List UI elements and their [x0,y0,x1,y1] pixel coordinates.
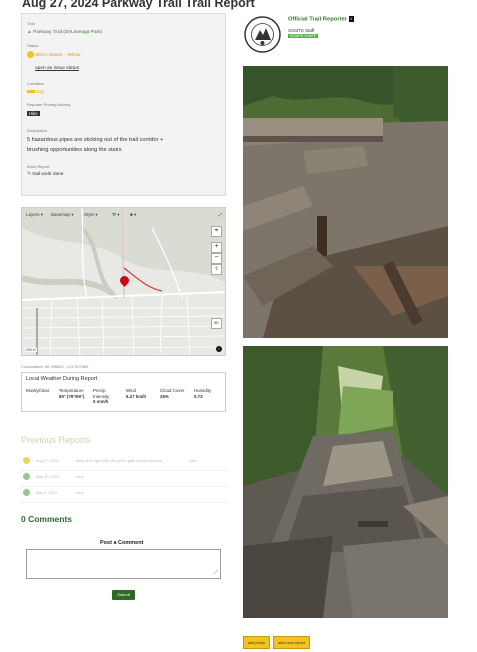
resize-handle-icon[interactable]: ⟋ [214,570,218,577]
work-row: ✎ trail work done [27,172,64,177]
list-item[interactable]: May 30, 2023 view [21,470,226,487]
activity-badge: Hike [27,111,40,116]
humidity-value: 0.73 [194,393,203,399]
locate-icon[interactable]: ⌖ [211,226,222,237]
map-basemap-button[interactable]: Basemap ▾ [51,212,74,218]
condition-row: Dry [27,90,44,95]
dry-icon [27,90,35,94]
previous-reports-title: Previous Reports [21,435,91,445]
list-item[interactable]: May 6, 2023 view [21,486,226,503]
report-date: Aug 27, 2024 [36,459,59,463]
privacy-label: Reporter Privacy Activity [27,102,71,107]
work-label: Work Report [27,164,50,169]
info-icon[interactable]: i [216,346,222,352]
weather-cloud: Cloud Cover 26% [160,388,184,399]
condition-value: Dry [36,90,44,95]
weather-wind: Wind 6.27 km/h [126,388,146,399]
comments-title: 0 Comments [21,514,73,524]
submit-button[interactable]: Submit [112,590,135,600]
view-link[interactable]: view [76,475,84,479]
map-layers-button[interactable]: Layers ▾ [26,212,43,218]
trail-map[interactable]: Layers ▾ Basemap ▾ Style ▾ ⚒ ▾ ■ ▾ ⤢ ⌖ +… [21,207,226,356]
trail-photo-1[interactable] [243,66,448,338]
view-3d-button[interactable]: 3D [211,318,222,329]
add-more-report-button[interactable]: add more report [273,636,310,649]
weather-temp: Temperature 80° (79°/90°) [59,388,84,399]
mountain-icon: ▲ [27,30,32,35]
precip-label: Precip Intensity [93,388,110,399]
cloud-label: Cloud Cover [160,388,185,393]
reporter-logo [244,16,281,53]
status-label: Status [27,43,39,48]
weather-summary: MostlyClear [26,388,50,393]
condition-label: Condition [27,81,44,86]
reporter-name-text: Official Trail Reporter [288,16,347,23]
check-icon [23,473,30,480]
description-line-1: 5 hazardous pipes are sticking out of th… [27,137,164,143]
description-label: Description [27,128,48,133]
report-details-panel: Trail ▲ Parkway Trail (DeLaveaga Park) S… [21,13,226,196]
report-date: May 30, 2023 [36,475,60,479]
zoom-out-button[interactable]: − [211,253,222,264]
compass-icon[interactable]: ⇧ [211,264,222,275]
status-value: Minor Issues - Yellow [35,52,81,58]
status-link[interactable]: open an issue status [35,66,79,71]
temp-value: 80° (79°/90°) [59,393,85,399]
trail-photo-2[interactable] [243,346,448,618]
reporter-role: SCMTS Staff [288,28,315,33]
work-value: trail work done [32,172,64,177]
wrench-icon: ✎ [27,172,32,177]
view-link[interactable]: view [189,459,197,463]
report-text: fallen tree right after the green gate a… [76,459,162,463]
weather-precip: Precip Intensity 0 mm/h [93,388,117,405]
weather-humidity: Humidity 0.73 [194,388,211,399]
status-dot-icon [23,457,30,464]
status-dot-icon [27,51,34,58]
page-title: Aug 27, 2024 Parkway Trail Trail Report [22,0,255,10]
reporter-name[interactable]: Official Trail Reporter i [288,16,354,23]
description-line-2: brushing opportunities along the stairs [27,147,122,153]
trail-row: ▲ Parkway Trail (DeLaveaga Park) [27,30,102,35]
map-style-button[interactable]: Style ▾ [84,212,98,218]
reporter-org-badge: SCMTS STAFF [288,34,319,38]
map-coordinates: Coordinates: 36.995832, -121.997689 [21,364,89,369]
trail-label: Trail [27,21,35,26]
map-scale: 200 ft [25,348,37,352]
list-item[interactable]: Aug 27, 2024 fallen tree right after the… [21,454,226,471]
temp-label: Temperature [59,388,84,393]
trail-link[interactable]: Parkway Trail (DeLaveaga Park) [33,30,102,35]
weather-title: Local Weather During Report [26,376,98,382]
status-row: Minor Issues - Yellow [27,51,80,58]
precip-value: 0 mm/h [93,399,109,404]
humidity-label: Humidity [194,388,212,393]
view-link[interactable]: view [76,491,84,495]
map-tools-icon[interactable]: ⚒ ▾ [112,212,120,218]
cloud-value: 26% [160,393,169,399]
zoom-in-button[interactable]: + [211,242,222,253]
check-icon [23,489,30,496]
map-camera-icon[interactable]: ■ ▾ [130,212,136,218]
wind-value: 6.27 km/h [126,393,147,399]
info-badge-icon: i [348,16,354,22]
post-comment-label: Post a Comment [100,540,144,546]
report-date: May 6, 2023 [36,491,57,495]
comment-textarea[interactable]: ⟋ [26,549,221,579]
weather-panel: Local Weather During Report MostlyClear … [21,372,226,412]
fullscreen-icon[interactable]: ⤢ [218,212,222,217]
add-photo-button[interactable]: add photo [243,636,270,649]
